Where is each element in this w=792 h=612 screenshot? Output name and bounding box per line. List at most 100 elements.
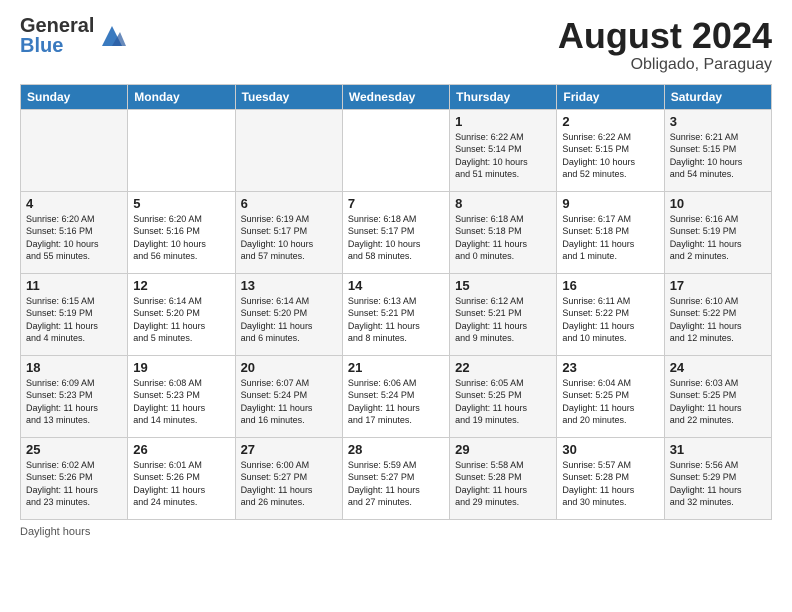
footer-text: Daylight hours — [20, 526, 90, 538]
day-cell-4-0: 25Sunrise: 6:02 AM Sunset: 5:26 PM Dayli… — [21, 437, 128, 519]
day-info: Sunrise: 6:22 AM Sunset: 5:14 PM Dayligh… — [455, 131, 551, 181]
day-cell-2-2: 13 Sunrise: 6:14 AM Sunset: 5:20 PM Dayli… — [235, 273, 342, 355]
day-info: Sunrise: 6:13 AM Sunset: 5:21 PM Dayligh… — [348, 295, 444, 345]
day-info: Sunrise: 5:59 AM Sunset: 5:27 PM Dayligh… — [348, 459, 444, 509]
day-number: 27 — [241, 442, 337, 457]
week-row-1: 1Sunrise: 6:22 AM Sunset: 5:14 PM Daylig… — [21, 109, 772, 191]
col-thursday: Thursday — [450, 84, 557, 109]
day-cell-1-6: 10Sunrise: 6:16 AM Sunset: 5:19 PM Dayli… — [664, 191, 771, 273]
day-info: Sunrise: 6:19 AM Sunset: 5:17 PM Dayligh… — [241, 213, 337, 263]
day-info: Sunrise: 6:10 AM Sunset: 5:22 PM Dayligh… — [670, 295, 766, 345]
day-number: 6 — [241, 196, 337, 211]
col-monday: Monday — [128, 84, 235, 109]
week-row-4: 18 Sunrise: 6:09 AM Sunset: 5:23 PM Dayli… — [21, 355, 772, 437]
page: General Blue August 2024 Obligado, Parag… — [0, 0, 792, 612]
day-number: 16 — [562, 278, 658, 293]
col-saturday: Saturday — [664, 84, 771, 109]
day-info: Sunrise: 6:08 AM Sunset: 5:23 PM Dayligh… — [133, 377, 229, 427]
day-cell-0-5: 2Sunrise: 6:22 AM Sunset: 5:15 PM Daylig… — [557, 109, 664, 191]
day-info: Sunrise: 6:14 AM Sunset: 5:20 PM Dayligh… — [241, 295, 337, 345]
day-cell-4-4: 29Sunrise: 5:58 AM Sunset: 5:28 PM Dayli… — [450, 437, 557, 519]
day-cell-1-2: 6 Sunrise: 6:19 AM Sunset: 5:17 PM Daylig… — [235, 191, 342, 273]
day-number: 25 — [26, 442, 122, 457]
day-info: Sunrise: 5:57 AM Sunset: 5:28 PM Dayligh… — [562, 459, 658, 509]
day-number: 9 — [562, 196, 658, 211]
day-info: Sunrise: 6:04 AM Sunset: 5:25 PM Dayligh… — [562, 377, 658, 427]
day-cell-1-4: 8 Sunrise: 6:18 AM Sunset: 5:18 PM Daylig… — [450, 191, 557, 273]
day-number: 14 — [348, 278, 444, 293]
day-cell-3-6: 24Sunrise: 6:03 AM Sunset: 5:25 PM Dayli… — [664, 355, 771, 437]
day-number: 21 — [348, 360, 444, 375]
day-info: Sunrise: 6:18 AM Sunset: 5:18 PM Dayligh… — [455, 213, 551, 263]
day-cell-3-0: 18 Sunrise: 6:09 AM Sunset: 5:23 PM Dayli… — [21, 355, 128, 437]
day-number: 31 — [670, 442, 766, 457]
day-cell-0-6: 3 Sunrise: 6:21 AM Sunset: 5:15 PM Daylig… — [664, 109, 771, 191]
day-cell-4-5: 30 Sunrise: 5:57 AM Sunset: 5:28 PM Dayli… — [557, 437, 664, 519]
day-cell-4-3: 28Sunrise: 5:59 AM Sunset: 5:27 PM Dayli… — [342, 437, 449, 519]
day-cell-4-2: 27 Sunrise: 6:00 AM Sunset: 5:27 PM Dayli… — [235, 437, 342, 519]
day-cell-0-4: 1Sunrise: 6:22 AM Sunset: 5:14 PM Daylig… — [450, 109, 557, 191]
day-info: Sunrise: 6:01 AM Sunset: 5:26 PM Dayligh… — [133, 459, 229, 509]
day-number: 18 — [26, 360, 122, 375]
logo: General Blue — [20, 16, 126, 56]
day-number: 23 — [562, 360, 658, 375]
day-number: 13 — [241, 278, 337, 293]
day-info: Sunrise: 6:12 AM Sunset: 5:21 PM Dayligh… — [455, 295, 551, 345]
day-info: Sunrise: 6:00 AM Sunset: 5:27 PM Dayligh… — [241, 459, 337, 509]
title-section: August 2024 Obligado, Paraguay — [558, 16, 772, 74]
day-number: 11 — [26, 278, 122, 293]
day-cell-1-5: 9Sunrise: 6:17 AM Sunset: 5:18 PM Daylig… — [557, 191, 664, 273]
week-row-2: 4 Sunrise: 6:20 AM Sunset: 5:16 PM Daylig… — [21, 191, 772, 273]
logo-general: General — [20, 16, 94, 36]
day-cell-0-0 — [21, 109, 128, 191]
day-cell-2-6: 17 Sunrise: 6:10 AM Sunset: 5:22 PM Dayli… — [664, 273, 771, 355]
day-info: Sunrise: 6:07 AM Sunset: 5:24 PM Dayligh… — [241, 377, 337, 427]
day-info: Sunrise: 6:16 AM Sunset: 5:19 PM Dayligh… — [670, 213, 766, 263]
col-tuesday: Tuesday — [235, 84, 342, 109]
day-number: 29 — [455, 442, 551, 457]
day-info: Sunrise: 6:21 AM Sunset: 5:15 PM Dayligh… — [670, 131, 766, 181]
day-cell-3-1: 19 Sunrise: 6:08 AM Sunset: 5:23 PM Dayli… — [128, 355, 235, 437]
calendar-header-row: Sunday Monday Tuesday Wednesday Thursday… — [21, 84, 772, 109]
day-info: Sunrise: 6:05 AM Sunset: 5:25 PM Dayligh… — [455, 377, 551, 427]
day-cell-2-4: 15Sunrise: 6:12 AM Sunset: 5:21 PM Dayli… — [450, 273, 557, 355]
day-cell-4-1: 26 Sunrise: 6:01 AM Sunset: 5:26 PM Dayli… — [128, 437, 235, 519]
day-info: Sunrise: 6:09 AM Sunset: 5:23 PM Dayligh… — [26, 377, 122, 427]
day-number: 30 — [562, 442, 658, 457]
day-number: 22 — [455, 360, 551, 375]
day-number: 19 — [133, 360, 229, 375]
day-cell-3-2: 20 Sunrise: 6:07 AM Sunset: 5:24 PM Dayli… — [235, 355, 342, 437]
day-number: 24 — [670, 360, 766, 375]
day-cell-4-6: 31 Sunrise: 5:56 AM Sunset: 5:29 PM Dayli… — [664, 437, 771, 519]
day-cell-0-1 — [128, 109, 235, 191]
day-number: 3 — [670, 114, 766, 129]
day-cell-2-3: 14 Sunrise: 6:13 AM Sunset: 5:21 PM Dayli… — [342, 273, 449, 355]
day-info: Sunrise: 5:56 AM Sunset: 5:29 PM Dayligh… — [670, 459, 766, 509]
calendar-table: Sunday Monday Tuesday Wednesday Thursday… — [20, 84, 772, 520]
day-cell-0-3 — [342, 109, 449, 191]
day-number: 4 — [26, 196, 122, 211]
logo-text: General Blue — [20, 16, 94, 56]
day-number: 7 — [348, 196, 444, 211]
day-number: 26 — [133, 442, 229, 457]
day-number: 17 — [670, 278, 766, 293]
col-friday: Friday — [557, 84, 664, 109]
col-wednesday: Wednesday — [342, 84, 449, 109]
day-number: 8 — [455, 196, 551, 211]
col-sunday: Sunday — [21, 84, 128, 109]
day-info: Sunrise: 6:20 AM Sunset: 5:16 PM Dayligh… — [133, 213, 229, 263]
day-cell-3-4: 22 Sunrise: 6:05 AM Sunset: 5:25 PM Dayli… — [450, 355, 557, 437]
day-info: Sunrise: 6:06 AM Sunset: 5:24 PM Dayligh… — [348, 377, 444, 427]
logo-icon — [98, 22, 126, 50]
week-row-5: 25Sunrise: 6:02 AM Sunset: 5:26 PM Dayli… — [21, 437, 772, 519]
day-info: Sunrise: 6:22 AM Sunset: 5:15 PM Dayligh… — [562, 131, 658, 181]
day-number: 20 — [241, 360, 337, 375]
logo-blue: Blue — [20, 36, 94, 56]
footer: Daylight hours — [20, 526, 772, 538]
day-info: Sunrise: 6:18 AM Sunset: 5:17 PM Dayligh… — [348, 213, 444, 263]
day-cell-1-3: 7 Sunrise: 6:18 AM Sunset: 5:17 PM Daylig… — [342, 191, 449, 273]
day-cell-1-0: 4Sunrise: 6:20 AM Sunset: 5:16 PM Daylig… — [21, 191, 128, 273]
day-cell-2-5: 16Sunrise: 6:11 AM Sunset: 5:22 PM Dayli… — [557, 273, 664, 355]
day-cell-3-3: 21 Sunrise: 6:06 AM Sunset: 5:24 PM Dayli… — [342, 355, 449, 437]
day-number: 12 — [133, 278, 229, 293]
